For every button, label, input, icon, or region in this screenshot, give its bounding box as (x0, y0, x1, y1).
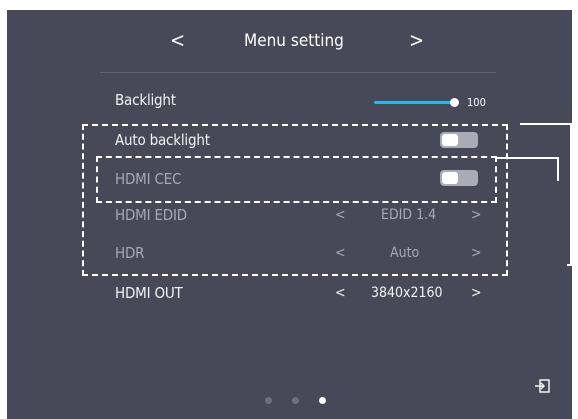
backlight-value: 100 (467, 96, 486, 109)
callout-box-inner (96, 156, 497, 203)
hdmi-out-prev-button[interactable]: < (335, 285, 346, 301)
hdmi-out-next-button[interactable]: > (471, 285, 482, 301)
page-title: Menu setting (244, 31, 344, 51)
page-dot-2[interactable] (292, 397, 299, 404)
left-edge (0, 0, 7, 419)
backlight-slider-knob[interactable] (450, 98, 459, 107)
page-dot-1[interactable] (265, 397, 272, 404)
next-page-button[interactable]: > (409, 28, 424, 52)
backlight-label: Backlight (115, 91, 176, 109)
header-divider (100, 72, 496, 73)
exit-icon[interactable] (534, 379, 550, 393)
backlight-slider-track[interactable] (374, 101, 456, 104)
hdmi-out-label: HDMI OUT (115, 284, 183, 302)
callout-line-right-v (570, 124, 572, 266)
prev-page-button[interactable]: < (170, 28, 185, 52)
callout-line-inner-v (557, 157, 559, 181)
page-dot-3[interactable] (319, 397, 326, 404)
callout-line-right-h (567, 264, 578, 266)
callout-line-inner-h (497, 157, 558, 159)
hdmi-out-value: 3840x2160 (371, 285, 443, 301)
